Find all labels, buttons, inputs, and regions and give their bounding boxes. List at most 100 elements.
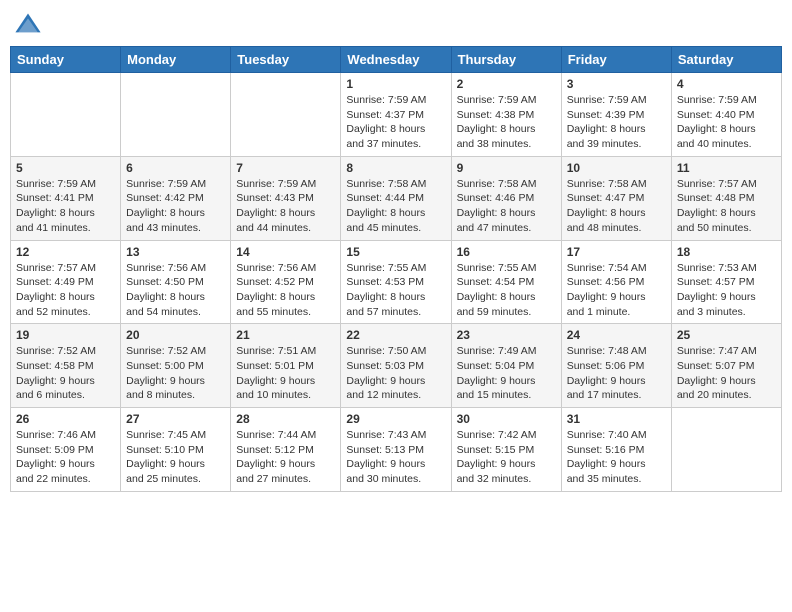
day-number: 24 [567, 328, 666, 342]
day-number: 28 [236, 412, 335, 426]
day-info: Sunrise: 7:48 AM Sunset: 5:06 PM Dayligh… [567, 344, 666, 403]
col-header-monday: Monday [121, 47, 231, 73]
day-number: 23 [457, 328, 556, 342]
day-info: Sunrise: 7:51 AM Sunset: 5:01 PM Dayligh… [236, 344, 335, 403]
calendar-cell: 16 Sunrise: 7:55 AM Sunset: 4:54 PM Dayli… [451, 240, 561, 324]
calendar-cell: 9 Sunrise: 7:58 AM Sunset: 4:46 PM Daylig… [451, 156, 561, 240]
day-info: Sunrise: 7:58 AM Sunset: 4:47 PM Dayligh… [567, 177, 666, 236]
calendar-cell: 24 Sunrise: 7:48 AM Sunset: 5:06 PM Dayli… [561, 324, 671, 408]
calendar-cell: 19Sunrise: 7:52 AM Sunset: 4:58 PM Dayli… [11, 324, 121, 408]
calendar-cell: 22 Sunrise: 7:50 AM Sunset: 5:03 PM Dayli… [341, 324, 451, 408]
calendar-cell: 1 Sunrise: 7:59 AM Sunset: 4:37 PM Daylig… [341, 73, 451, 157]
day-info: Sunrise: 7:44 AM Sunset: 5:12 PM Dayligh… [236, 428, 335, 487]
day-number: 4 [677, 77, 776, 91]
col-header-thursday: Thursday [451, 47, 561, 73]
day-info: Sunrise: 7:45 AM Sunset: 5:10 PM Dayligh… [126, 428, 225, 487]
col-header-saturday: Saturday [671, 47, 781, 73]
calendar-cell [231, 73, 341, 157]
day-number: 7 [236, 161, 335, 175]
calendar-cell: 11 Sunrise: 7:57 AM Sunset: 4:48 PM Dayli… [671, 156, 781, 240]
calendar-cell: 12Sunrise: 7:57 AM Sunset: 4:49 PM Dayli… [11, 240, 121, 324]
day-number: 17 [567, 245, 666, 259]
day-info: Sunrise: 7:55 AM Sunset: 4:53 PM Dayligh… [346, 261, 445, 320]
day-number: 3 [567, 77, 666, 91]
calendar-header-row: SundayMondayTuesdayWednesdayThursdayFrid… [11, 47, 782, 73]
day-number: 6 [126, 161, 225, 175]
day-number: 20 [126, 328, 225, 342]
day-info: Sunrise: 7:59 AM Sunset: 4:39 PM Dayligh… [567, 93, 666, 152]
calendar-cell: 17 Sunrise: 7:54 AM Sunset: 4:56 PM Dayli… [561, 240, 671, 324]
day-info: Sunrise: 7:49 AM Sunset: 5:04 PM Dayligh… [457, 344, 556, 403]
calendar-cell: 10 Sunrise: 7:58 AM Sunset: 4:47 PM Dayli… [561, 156, 671, 240]
col-header-friday: Friday [561, 47, 671, 73]
week-row-1: 1 Sunrise: 7:59 AM Sunset: 4:37 PM Daylig… [11, 73, 782, 157]
calendar-cell: 21 Sunrise: 7:51 AM Sunset: 5:01 PM Dayli… [231, 324, 341, 408]
calendar-cell: 31Sunrise: 7:40 AM Sunset: 5:16 PM Dayli… [561, 408, 671, 492]
day-number: 30 [457, 412, 556, 426]
day-number: 21 [236, 328, 335, 342]
page-header [10, 10, 782, 38]
day-number: 5 [16, 161, 115, 175]
day-number: 16 [457, 245, 556, 259]
day-info: Sunrise: 7:50 AM Sunset: 5:03 PM Dayligh… [346, 344, 445, 403]
week-row-2: 5Sunrise: 7:59 AM Sunset: 4:41 PM Daylig… [11, 156, 782, 240]
day-number: 22 [346, 328, 445, 342]
day-number: 2 [457, 77, 556, 91]
calendar-cell: 23 Sunrise: 7:49 AM Sunset: 5:04 PM Dayli… [451, 324, 561, 408]
day-number: 8 [346, 161, 445, 175]
day-info: Sunrise: 7:58 AM Sunset: 4:44 PM Dayligh… [346, 177, 445, 236]
day-info: Sunrise: 7:59 AM Sunset: 4:37 PM Dayligh… [346, 93, 445, 152]
day-info: Sunrise: 7:55 AM Sunset: 4:54 PM Dayligh… [457, 261, 556, 320]
calendar-cell: 3 Sunrise: 7:59 AM Sunset: 4:39 PM Daylig… [561, 73, 671, 157]
day-number: 9 [457, 161, 556, 175]
day-number: 27 [126, 412, 225, 426]
col-header-wednesday: Wednesday [341, 47, 451, 73]
day-number: 25 [677, 328, 776, 342]
calendar-cell: 26 Sunrise: 7:46 AM Sunset: 5:09 PM Dayli… [11, 408, 121, 492]
calendar-cell: 2Sunrise: 7:59 AM Sunset: 4:38 PM Daylig… [451, 73, 561, 157]
calendar-cell: 25 Sunrise: 7:47 AM Sunset: 5:07 PM Dayli… [671, 324, 781, 408]
calendar-cell: 27 Sunrise: 7:45 AM Sunset: 5:10 PM Dayli… [121, 408, 231, 492]
day-number: 11 [677, 161, 776, 175]
day-number: 15 [346, 245, 445, 259]
col-header-sunday: Sunday [11, 47, 121, 73]
day-info: Sunrise: 7:57 AM Sunset: 4:48 PM Dayligh… [677, 177, 776, 236]
calendar-cell: 6 Sunrise: 7:59 AM Sunset: 4:42 PM Daylig… [121, 156, 231, 240]
day-info: Sunrise: 7:52 AM Sunset: 5:00 PM Dayligh… [126, 344, 225, 403]
week-row-3: 12Sunrise: 7:57 AM Sunset: 4:49 PM Dayli… [11, 240, 782, 324]
calendar-cell: 7 Sunrise: 7:59 AM Sunset: 4:43 PM Daylig… [231, 156, 341, 240]
day-info: Sunrise: 7:57 AM Sunset: 4:49 PM Dayligh… [16, 261, 115, 320]
day-info: Sunrise: 7:56 AM Sunset: 4:52 PM Dayligh… [236, 261, 335, 320]
calendar-cell: 8 Sunrise: 7:58 AM Sunset: 4:44 PM Daylig… [341, 156, 451, 240]
day-info: Sunrise: 7:43 AM Sunset: 5:13 PM Dayligh… [346, 428, 445, 487]
calendar-cell: 18 Sunrise: 7:53 AM Sunset: 4:57 PM Dayli… [671, 240, 781, 324]
day-info: Sunrise: 7:58 AM Sunset: 4:46 PM Dayligh… [457, 177, 556, 236]
day-info: Sunrise: 7:59 AM Sunset: 4:43 PM Dayligh… [236, 177, 335, 236]
calendar-cell [11, 73, 121, 157]
day-info: Sunrise: 7:42 AM Sunset: 5:15 PM Dayligh… [457, 428, 556, 487]
calendar-cell: 30 Sunrise: 7:42 AM Sunset: 5:15 PM Dayli… [451, 408, 561, 492]
calendar-cell: 5Sunrise: 7:59 AM Sunset: 4:41 PM Daylig… [11, 156, 121, 240]
day-info: Sunrise: 7:54 AM Sunset: 4:56 PM Dayligh… [567, 261, 666, 320]
day-number: 19 [16, 328, 115, 342]
day-info: Sunrise: 7:46 AM Sunset: 5:09 PM Dayligh… [16, 428, 115, 487]
calendar-cell [121, 73, 231, 157]
day-info: Sunrise: 7:47 AM Sunset: 5:07 PM Dayligh… [677, 344, 776, 403]
logo [14, 10, 44, 38]
week-row-5: 26 Sunrise: 7:46 AM Sunset: 5:09 PM Dayli… [11, 408, 782, 492]
day-number: 31 [567, 412, 666, 426]
day-info: Sunrise: 7:59 AM Sunset: 4:40 PM Dayligh… [677, 93, 776, 152]
day-number: 13 [126, 245, 225, 259]
day-number: 29 [346, 412, 445, 426]
day-number: 10 [567, 161, 666, 175]
calendar-cell: 29 Sunrise: 7:43 AM Sunset: 5:13 PM Dayli… [341, 408, 451, 492]
day-info: Sunrise: 7:53 AM Sunset: 4:57 PM Dayligh… [677, 261, 776, 320]
day-info: Sunrise: 7:59 AM Sunset: 4:42 PM Dayligh… [126, 177, 225, 236]
day-number: 18 [677, 245, 776, 259]
day-number: 1 [346, 77, 445, 91]
calendar-cell [671, 408, 781, 492]
day-number: 26 [16, 412, 115, 426]
calendar-cell: 4 Sunrise: 7:59 AM Sunset: 4:40 PM Daylig… [671, 73, 781, 157]
calendar-cell: 28 Sunrise: 7:44 AM Sunset: 5:12 PM Dayli… [231, 408, 341, 492]
week-row-4: 19Sunrise: 7:52 AM Sunset: 4:58 PM Dayli… [11, 324, 782, 408]
